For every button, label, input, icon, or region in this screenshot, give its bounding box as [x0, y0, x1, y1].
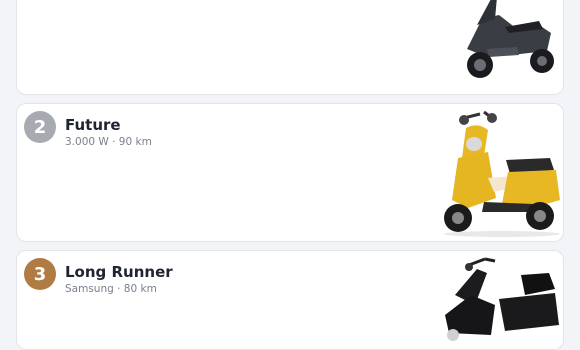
scooter-card-1[interactable]: [16, 0, 564, 95]
scooter-image: [467, 0, 554, 78]
scooter-title: Future: [65, 116, 121, 134]
scooter-specs: 3.000 W · 90 km: [65, 136, 152, 148]
scooter-image: [445, 257, 559, 341]
rank-badge: 2: [24, 111, 56, 143]
scooter-card-2[interactable]: 2 Future 3.000 W · 90 km: [16, 103, 564, 242]
rank-badge: 3: [24, 258, 56, 290]
scooter-image: [444, 110, 560, 237]
scooter-specs: Samsung · 80 km: [65, 283, 157, 295]
scooter-title: Long Runner: [65, 263, 173, 281]
scooter-card-3[interactable]: 3 Long Runner Samsung · 80 km: [16, 250, 564, 350]
